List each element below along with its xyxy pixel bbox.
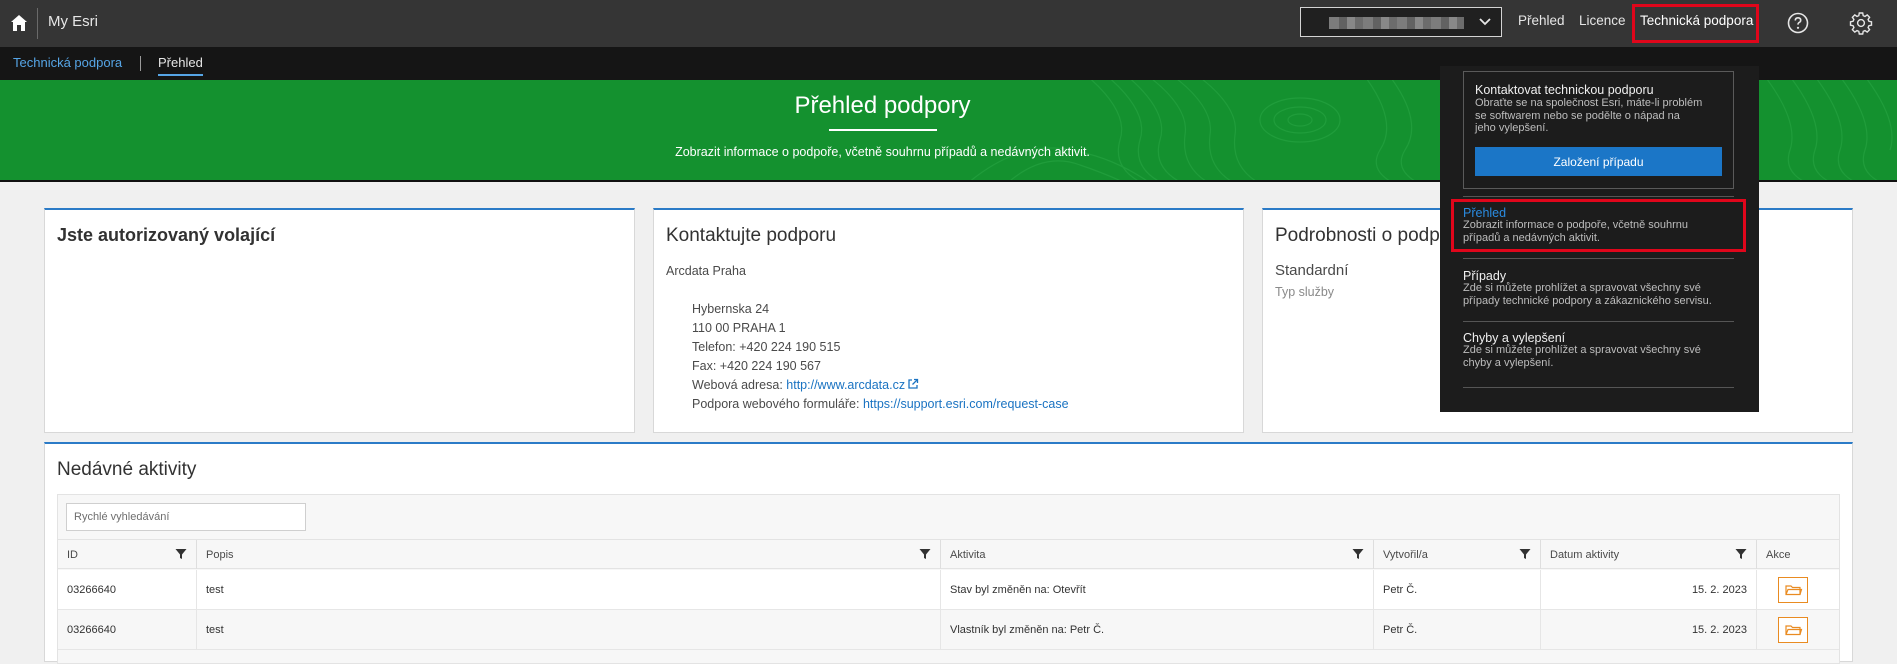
nav-licence[interactable]: Licence (1579, 13, 1626, 28)
divider (1463, 387, 1734, 388)
home-icon[interactable] (8, 12, 30, 34)
cell-description: test (197, 610, 941, 650)
web-label: Webová adresa: (692, 378, 787, 392)
open-case-button[interactable] (1778, 577, 1808, 603)
menu-item-prehled-text: Zobrazit informace o podpoře, včetně sou… (1463, 219, 1689, 244)
app-title[interactable]: My Esri (48, 13, 98, 30)
activity-table: Rychlé vyhledávání ID Popis Aktivita Vyt… (57, 494, 1840, 664)
column-header-id[interactable]: ID (58, 540, 197, 569)
recent-activity-panel: Nedávné aktivity Rychlé vyhledávání ID P… (44, 442, 1853, 664)
cell-created-by: Petr Č. (1374, 610, 1541, 650)
create-case-button[interactable]: Založení případu (1475, 147, 1722, 176)
divider (1463, 321, 1734, 322)
organization-select[interactable] (1300, 7, 1502, 37)
breadcrumb-technicka-podpora[interactable]: Technická podpora (13, 55, 122, 70)
divider (37, 8, 38, 39)
table-row[interactable]: 03266640 test Stav byl změněn na: Otevří… (58, 570, 1839, 610)
breadcrumb-separator (140, 56, 141, 71)
folder-icon (1785, 625, 1803, 636)
technical-support-dropdown: Kontaktovat technickou podporu Obraťte s… (1440, 66, 1759, 412)
cell-activity: Vlastník byl změněn na: Petr Č. (941, 610, 1374, 650)
contact-web: Webová adresa: http://www.arcdata.cz (692, 378, 919, 392)
column-header-created-by[interactable]: Vytvořil/a (1374, 540, 1541, 569)
filter-icon[interactable] (1352, 548, 1364, 560)
contact-support-card: Kontaktujte podporu Arcdata Praha Hybern… (653, 208, 1244, 433)
column-header-description[interactable]: Popis (197, 540, 941, 569)
top-bar: My Esri Přehled Licence Technická podpor… (0, 0, 1897, 47)
folder-icon (1785, 585, 1803, 596)
web-link[interactable]: http://www.arcdata.cz (786, 378, 905, 392)
menu-item-chyby-a-vylepseni[interactable]: Chyby a vylepšení (1463, 331, 1565, 345)
title-underline (829, 129, 937, 131)
column-header-actions: Akce (1766, 549, 1791, 561)
card-title: Podrobnosti o podp (1275, 225, 1440, 246)
redacted-organization (1329, 17, 1464, 29)
chevron-down-icon (1479, 18, 1491, 26)
table-row[interactable]: 03266640 test Vlastník byl změněn na: Pe… (58, 610, 1839, 650)
open-case-button[interactable] (1778, 617, 1808, 643)
quick-search-input[interactable]: Rychlé vyhledávání (66, 503, 306, 531)
section-title: Nedávné aktivity (57, 459, 197, 480)
service-plan-label: Typ služby (1275, 285, 1335, 299)
cell-actions (1757, 570, 1839, 610)
menu-item-prehled[interactable]: Přehled (1463, 206, 1506, 220)
contact-city: 110 00 PRAHA 1 (692, 321, 786, 335)
filter-icon[interactable] (1735, 548, 1747, 560)
contact-support-box: Kontaktovat technickou podporu Obraťte s… (1463, 71, 1734, 189)
column-header-activity-date[interactable]: Datum aktivity (1541, 540, 1757, 569)
menu-item-chyby-text: Zde si můžete prohlížet a spravovat všec… (1463, 344, 1701, 369)
filter-icon[interactable] (919, 548, 931, 560)
contact-support-title: Kontaktovat technickou podporu (1475, 83, 1654, 97)
breadcrumb-prehled[interactable]: Přehled (158, 55, 203, 76)
cell-description: test (197, 570, 941, 610)
divider (1463, 196, 1734, 197)
menu-item-pripady[interactable]: Případy (1463, 269, 1506, 283)
filter-icon[interactable] (175, 548, 187, 560)
cell-created-by: Petr Č. (1374, 570, 1541, 610)
cell-id: 03266640 (58, 610, 197, 650)
contact-support-text: Obraťte se na společnost Esri, máte-li p… (1475, 97, 1703, 134)
divider (1463, 258, 1734, 259)
nav-prehled[interactable]: Přehled (1518, 13, 1565, 28)
form-label: Podpora webového formuláře: (692, 397, 863, 411)
filter-icon[interactable] (1519, 548, 1531, 560)
table-header: ID Popis Aktivita Vytvořil/a Datum aktiv… (58, 539, 1839, 569)
cell-date: 15. 2. 2023 (1541, 610, 1757, 650)
contact-fax: Fax: +420 224 190 567 (692, 359, 821, 373)
contact-organization: Arcdata Praha (666, 264, 746, 278)
gear-icon[interactable] (1849, 11, 1873, 35)
service-plan: Standardní (1275, 262, 1349, 279)
card-title: Kontaktujte podporu (666, 225, 837, 246)
column-header-activity[interactable]: Aktivita (941, 540, 1374, 569)
contact-street: Hybernska 24 (692, 302, 770, 316)
nav-technicka-podpora[interactable]: Technická podpora (1640, 13, 1753, 28)
contact-form: Podpora webového formuláře: https://supp… (692, 397, 1069, 411)
contact-phone: Telefon: +420 224 190 515 (692, 340, 841, 354)
cell-activity: Stav byl změněn na: Otevřít (941, 570, 1374, 610)
cell-date: 15. 2. 2023 (1541, 570, 1757, 610)
authorized-caller-card: Jste autorizovaný volající (44, 208, 635, 433)
menu-item-pripady-text: Zde si můžete prohlížet a spravovat všec… (1463, 282, 1712, 307)
cell-id: 03266640 (58, 570, 197, 610)
form-link[interactable]: https://support.esri.com/request-case (863, 397, 1069, 411)
card-title: Jste autorizovaný volající (57, 225, 276, 245)
help-icon[interactable] (1786, 11, 1810, 35)
cell-actions (1757, 610, 1839, 650)
external-link-icon[interactable] (907, 378, 919, 390)
